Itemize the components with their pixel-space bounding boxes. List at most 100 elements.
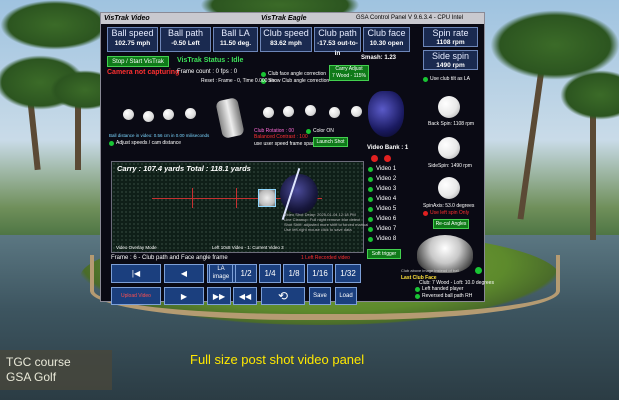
speed-half-button[interactable]: 1/2: [235, 264, 257, 283]
back-spin-ball-icon: [438, 96, 460, 118]
ball-frame: [329, 107, 340, 118]
speed-thirtysecond-button[interactable]: 1/32: [335, 264, 361, 283]
club-face-angle-label: Club face angle correction: [268, 71, 327, 77]
course-tag-line: TGC course: [6, 355, 71, 369]
bank-next-icon[interactable]: [384, 155, 391, 162]
ball-frame: [263, 107, 274, 118]
use-club-tilt-checkbox[interactable]: [423, 77, 428, 82]
bank-prev-icon[interactable]: [371, 155, 378, 162]
show-club-angle-label: Show Club angle correction: [268, 78, 330, 84]
upload-video-button[interactable]: Upload Video: [111, 287, 161, 305]
speed-eighth-button[interactable]: 1/8: [283, 264, 305, 283]
first-frame-button[interactable]: |◀: [111, 264, 161, 283]
palm-fronds: [0, 0, 110, 50]
camera-status: Camera not capturing: [107, 69, 180, 76]
video-radio[interactable]: [368, 167, 373, 172]
reversed-path-label: Reversed ball path RH: [422, 293, 473, 299]
reversed-path-checkbox[interactable]: [415, 294, 420, 299]
carry-adjust-label: Carry Adjust: [335, 66, 363, 72]
side-spin-text: SideSpin: 1490 rpm: [428, 163, 472, 169]
metric-side-spin[interactable]: Side spin 1490 rpm: [423, 50, 478, 70]
carry-total-text: Carry : 107.4 yards Total : 118.1 yards: [117, 164, 251, 173]
metric-spin-rate[interactable]: Spin rate 1108 rpm: [423, 27, 478, 47]
speed-sixteenth-button[interactable]: 1/16: [307, 264, 333, 283]
metric-club-face[interactable]: Club face 10.30 open: [363, 27, 410, 52]
left-handed-label: Left handed player: [422, 286, 464, 292]
metric-value: -17.53 out-to-in: [317, 40, 358, 57]
video-radio[interactable]: [368, 177, 373, 182]
metric-ball-la[interactable]: Ball LA 11.50 deg.: [213, 27, 258, 52]
ball-frame: [351, 106, 362, 117]
soft-trigger-button[interactable]: Soft trigger: [367, 249, 401, 259]
use-left-spin-checkbox[interactable]: [423, 211, 428, 216]
video-footer-mid: Left 10x8 Video - 1: Current Video 3: [212, 245, 284, 250]
la-image-button[interactable]: LA image: [209, 264, 233, 283]
metric-club-speed[interactable]: Club speed 83.62 mph: [260, 27, 312, 52]
video-radio[interactable]: [368, 217, 373, 222]
color-on-label: Color ON: [313, 128, 334, 134]
loop-button[interactable]: ⟲: [261, 287, 305, 305]
ball-target-box: [258, 189, 276, 207]
video-info: Video Shot Delay: 2025-01-04 12:18 PM Li…: [284, 212, 368, 232]
adjust-speeds-checkbox[interactable]: [109, 141, 114, 146]
fast-forward-button[interactable]: ▶▶: [207, 287, 231, 305]
video-radio[interactable]: [368, 187, 373, 192]
title-left: VisTrak Video: [104, 15, 150, 22]
metric-value: 83.62 mph: [270, 40, 302, 47]
loop-icon: ⟲: [277, 289, 289, 303]
metric-value: 11.50 deg.: [219, 40, 252, 47]
play-back-button[interactable]: ◀: [164, 264, 204, 283]
video-label: Video 3: [376, 186, 397, 192]
video-label: Video 7: [376, 226, 397, 232]
video-footer-left: Video Overlay Mode: [116, 245, 157, 250]
video-save-hint: Use left-right mouse click to save data: [284, 227, 352, 232]
video-frame[interactable]: Carry : 107.4 yards Total : 118.1 yards …: [111, 161, 368, 253]
video-radio[interactable]: [368, 207, 373, 212]
left-handed-checkbox[interactable]: [415, 287, 420, 292]
video-radio[interactable]: [368, 227, 373, 232]
ball-frame: [283, 106, 294, 117]
video-radio[interactable]: [368, 237, 373, 242]
course-tag: TGC course GSA Golf: [0, 350, 112, 390]
title-center: VisTrak Eagle: [261, 15, 307, 22]
use-club-tilt-label: Use club tilt as LA: [430, 76, 471, 82]
metric-label: Club path: [318, 28, 357, 38]
color-on-checkbox[interactable]: [306, 129, 311, 134]
launch-shot-button[interactable]: Launch Shot: [313, 137, 348, 147]
metric-value: 102.75 mph: [114, 40, 151, 47]
club-next-icon[interactable]: [475, 267, 482, 274]
frame-status: Frame : 6 - Club path and Face angle fra…: [111, 255, 228, 261]
club-note: Club above image instead of ball: [401, 268, 460, 273]
metric-label: Club face: [367, 28, 406, 38]
play-button[interactable]: ▶: [164, 287, 204, 305]
carry-adjust-club: 7 Wood - 115%: [331, 73, 366, 79]
stop-start-button[interactable]: Stop / Start VisTrak: [107, 56, 169, 67]
smash-factor: Smash: 1.23: [361, 55, 397, 61]
club-face-angle-checkbox[interactable]: [261, 72, 266, 77]
course-tag-line: GSA Golf: [6, 370, 57, 384]
ball-frame: [305, 105, 316, 116]
video-bank-label: Video Bank : 1: [367, 145, 409, 151]
carry-adjust-button[interactable]: Carry Adjust 7 Wood - 115%: [329, 65, 369, 81]
video-label: Video 8: [376, 236, 397, 242]
metric-label: Ball speed: [111, 28, 154, 38]
speed-quarter-button[interactable]: 1/4: [259, 264, 281, 283]
metric-ball-path[interactable]: Ball path -0.50 Left: [160, 27, 211, 52]
ball-frame: [123, 109, 134, 120]
spin-axis-text: SpinAxis: 53.0 degrees: [423, 203, 475, 209]
club-head-image: [215, 97, 245, 139]
load-button[interactable]: Load: [335, 287, 357, 305]
metric-ball-speed[interactable]: Ball speed 102.75 mph: [107, 27, 158, 52]
left-recorded-video: 1 Left Recorded video: [301, 255, 350, 261]
vistrak-status: VisTrak Status : Idle: [177, 57, 244, 64]
video-label: Video 1: [376, 166, 397, 172]
ball-marker: [236, 188, 237, 208]
recal-angles-button[interactable]: Re-cal Angles: [433, 219, 469, 229]
title-right: GSA Control Panel V 9.6.3.4 - CPU Intel: [356, 15, 464, 21]
rewind-button[interactable]: ◀◀: [233, 287, 257, 305]
metric-label: Club speed: [263, 28, 309, 38]
metric-club-path[interactable]: Club path -17.53 out-to-in: [314, 27, 361, 57]
save-button[interactable]: Save: [309, 287, 331, 305]
spin-axis-ball-icon: [438, 177, 460, 199]
video-radio[interactable]: [368, 197, 373, 202]
